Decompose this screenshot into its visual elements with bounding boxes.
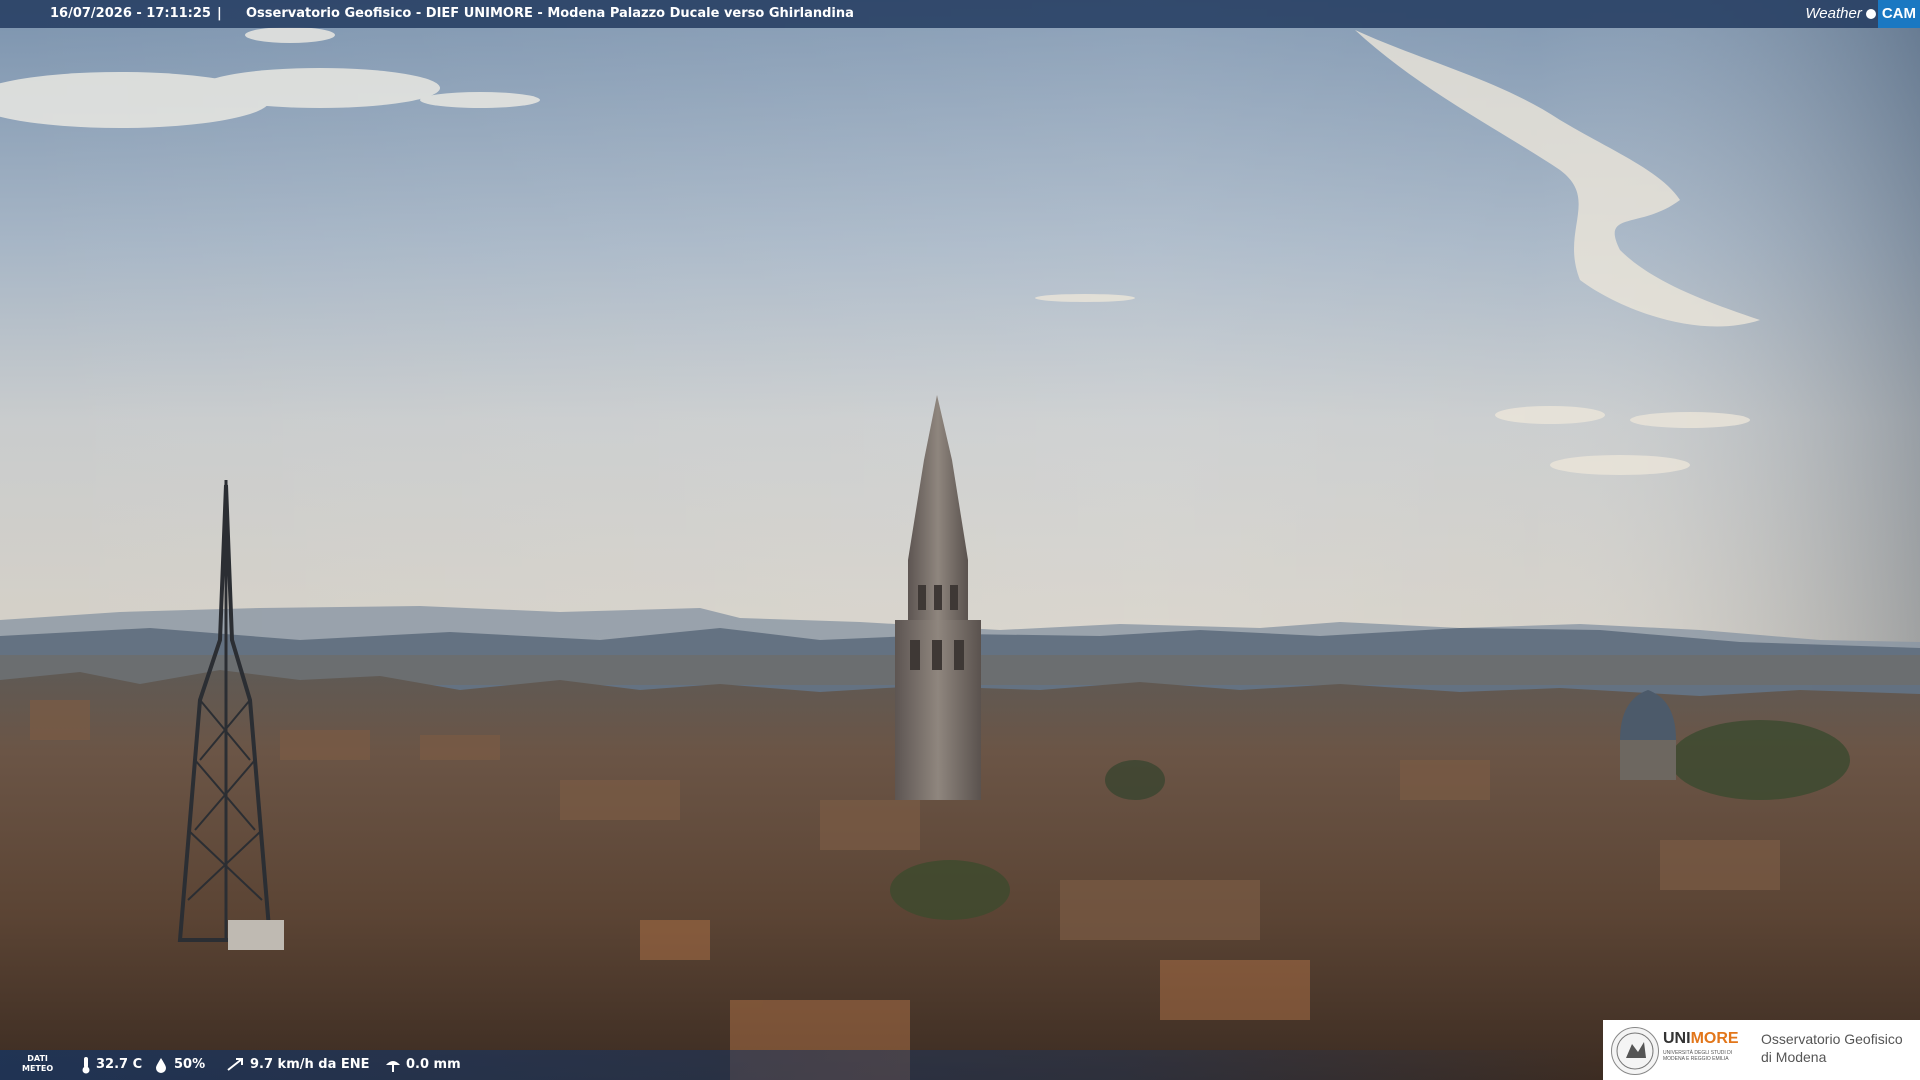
more-text: MORE — [1690, 1030, 1739, 1047]
meteo-label: DATI METEO — [22, 1054, 53, 1074]
rain-value: 0.0 mm — [406, 1057, 461, 1072]
temperature-item: 32.7 C — [80, 1050, 142, 1080]
meteo-bar: DATI METEO 32.7 C 50% 9.7 km/h da ENE 0.… — [0, 1050, 1600, 1080]
unimore-logo: UNIMORE UNIVERSITÀ DEGLI STUDI DI MODENA… — [1603, 1020, 1920, 1080]
meteo-label-line1: DATI — [27, 1054, 48, 1063]
temperature-value: 32.7 C — [96, 1057, 143, 1072]
rain-gauge-icon — [386, 1061, 400, 1072]
brand-cam: CAM — [1877, 0, 1920, 28]
humidity-value: 50% — [174, 1057, 206, 1072]
wind-icon — [227, 1058, 243, 1071]
header-bar: 16/07/2026 - 17:11:25 | Osservatorio Geo… — [0, 0, 1920, 28]
humidity-item: 50% — [152, 1050, 205, 1080]
camera-title: Osservatorio Geofisico - DIEF UNIMORE - … — [246, 6, 854, 21]
brand-dot-icon — [1865, 9, 1876, 19]
timestamp: 16/07/2026 - 17:11:25 — [50, 6, 211, 21]
observatory-name: Osservatorio Geofisico di Modena — [1761, 1030, 1916, 1066]
rain-item: 0.0 mm — [384, 1050, 461, 1080]
unimore-wordmark: UNIMORE — [1663, 1030, 1739, 1048]
meteo-label-line2: METEO — [22, 1064, 54, 1073]
thermometer-icon — [82, 1057, 90, 1074]
wind-value: 9.7 km/h da ENE — [250, 1057, 370, 1072]
unimore-subtitle: UNIVERSITÀ DEGLI STUDI DI MODENA E REGGI… — [1663, 1050, 1733, 1062]
webcam-image — [0, 0, 1920, 1080]
observatory-line2: di Modena — [1761, 1049, 1827, 1065]
weathercam-logo: Weather CAM — [1805, 0, 1920, 28]
uni-text: UNI — [1663, 1030, 1691, 1047]
observatory-line1: Osservatorio Geofisico — [1761, 1031, 1903, 1047]
brand-weather: Weather — [1805, 5, 1862, 22]
humidity-icon — [156, 1058, 166, 1073]
university-seal-icon — [1611, 1027, 1659, 1075]
header-separator: | — [217, 6, 222, 21]
wind-item: 9.7 km/h da ENE — [226, 1050, 370, 1080]
